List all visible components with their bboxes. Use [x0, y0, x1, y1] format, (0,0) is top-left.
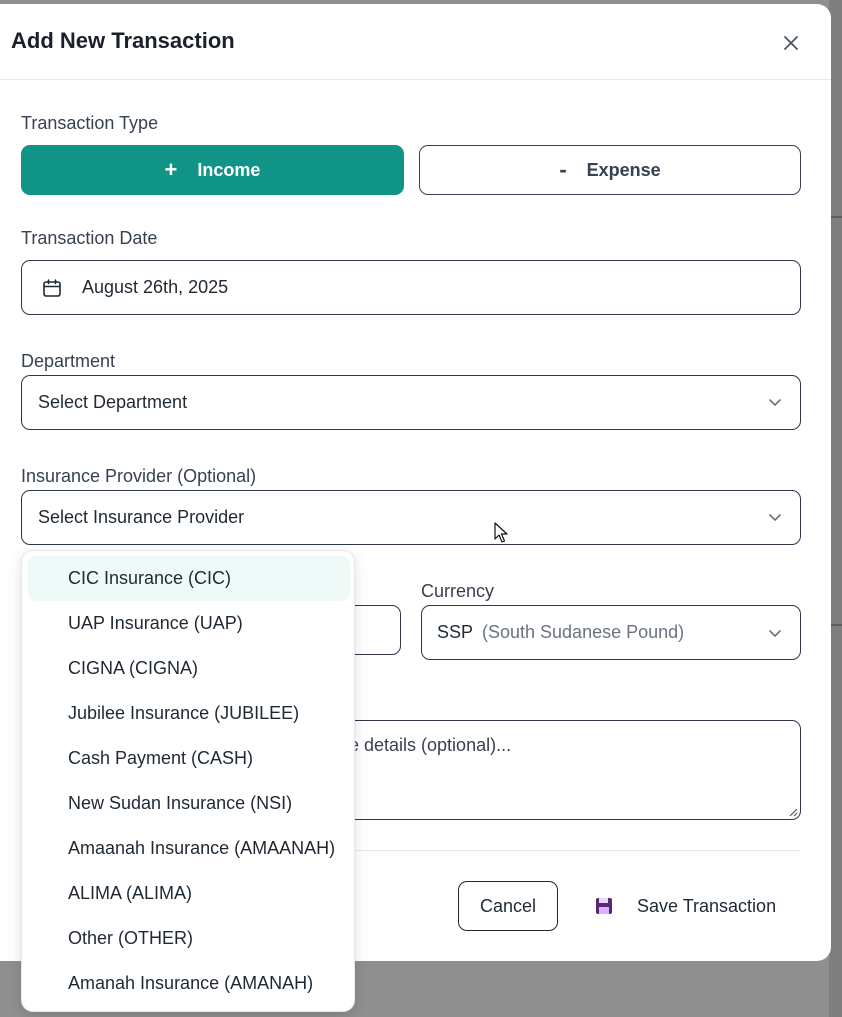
save-transaction-button[interactable]: Save Transaction: [576, 881, 801, 931]
dropdown-option[interactable]: Other (OTHER): [28, 916, 350, 961]
chevron-down-icon: [769, 514, 781, 521]
chevron-down-icon: [769, 399, 781, 406]
insurance-provider-select[interactable]: Select Insurance Provider: [21, 490, 801, 545]
expense-button[interactable]: - Expense: [419, 145, 801, 195]
transaction-date-label: Transaction Date: [21, 228, 158, 248]
transaction-date-picker[interactable]: August 26th, 2025: [21, 260, 801, 315]
department-select[interactable]: Select Department: [21, 375, 801, 430]
department-label: Department: [21, 351, 116, 371]
currency-label: Currency: [421, 581, 495, 601]
currency-code: SSP: [437, 622, 474, 642]
currency-select[interactable]: SSP (South Sudanese Pound): [421, 605, 801, 660]
income-button[interactable]: + Income: [21, 145, 404, 195]
department-placeholder: Select Department: [38, 392, 188, 412]
transaction-type-label: Transaction Type: [21, 113, 159, 133]
minus-icon: -: [559, 157, 567, 182]
calendar-icon: [43, 279, 61, 297]
dropdown-option[interactable]: CIGNA (CIGNA): [28, 646, 350, 691]
dropdown-option[interactable]: Amanah Insurance (AMANAH): [28, 961, 350, 1006]
dropdown-option[interactable]: Cash Payment (CASH): [28, 736, 350, 781]
chevron-down-icon: [769, 630, 781, 637]
floppy-disk-icon: [596, 898, 612, 914]
description-placeholder: se details (optional)...: [340, 735, 512, 755]
resize-grip-icon[interactable]: [788, 807, 798, 817]
dropdown-option[interactable]: UAP Insurance (UAP): [28, 601, 350, 646]
dialog-header: Add New Transaction: [0, 4, 831, 80]
insurance-provider-dropdown: CIC Insurance (CIC) UAP Insurance (UAP) …: [21, 550, 355, 1012]
insurance-provider-placeholder: Select Insurance Provider: [38, 507, 245, 527]
income-label: Income: [197, 159, 261, 180]
dialog-title: Add New Transaction: [11, 28, 235, 53]
dropdown-option[interactable]: New Sudan Insurance (NSI): [28, 781, 350, 826]
save-transaction-label: Save Transaction: [637, 895, 777, 916]
close-icon: [784, 36, 798, 50]
insurance-provider-label: Insurance Provider (Optional): [21, 466, 257, 486]
expense-label: Expense: [586, 159, 661, 180]
mouse-cursor-icon: [494, 522, 508, 543]
currency-name: (South Sudanese Pound): [482, 622, 685, 642]
transaction-date-value: August 26th, 2025: [82, 277, 229, 297]
dropdown-option[interactable]: ALIMA (ALIMA): [28, 871, 350, 916]
dropdown-option[interactable]: CIC Insurance (CIC): [28, 556, 350, 601]
plus-icon: +: [164, 157, 178, 182]
close-button[interactable]: [778, 30, 804, 56]
dropdown-option[interactable]: Amaanah Insurance (AMAANAH): [28, 826, 350, 871]
cancel-button[interactable]: Cancel: [458, 881, 558, 931]
dropdown-option[interactable]: Jubilee Insurance (JUBILEE): [28, 691, 350, 736]
